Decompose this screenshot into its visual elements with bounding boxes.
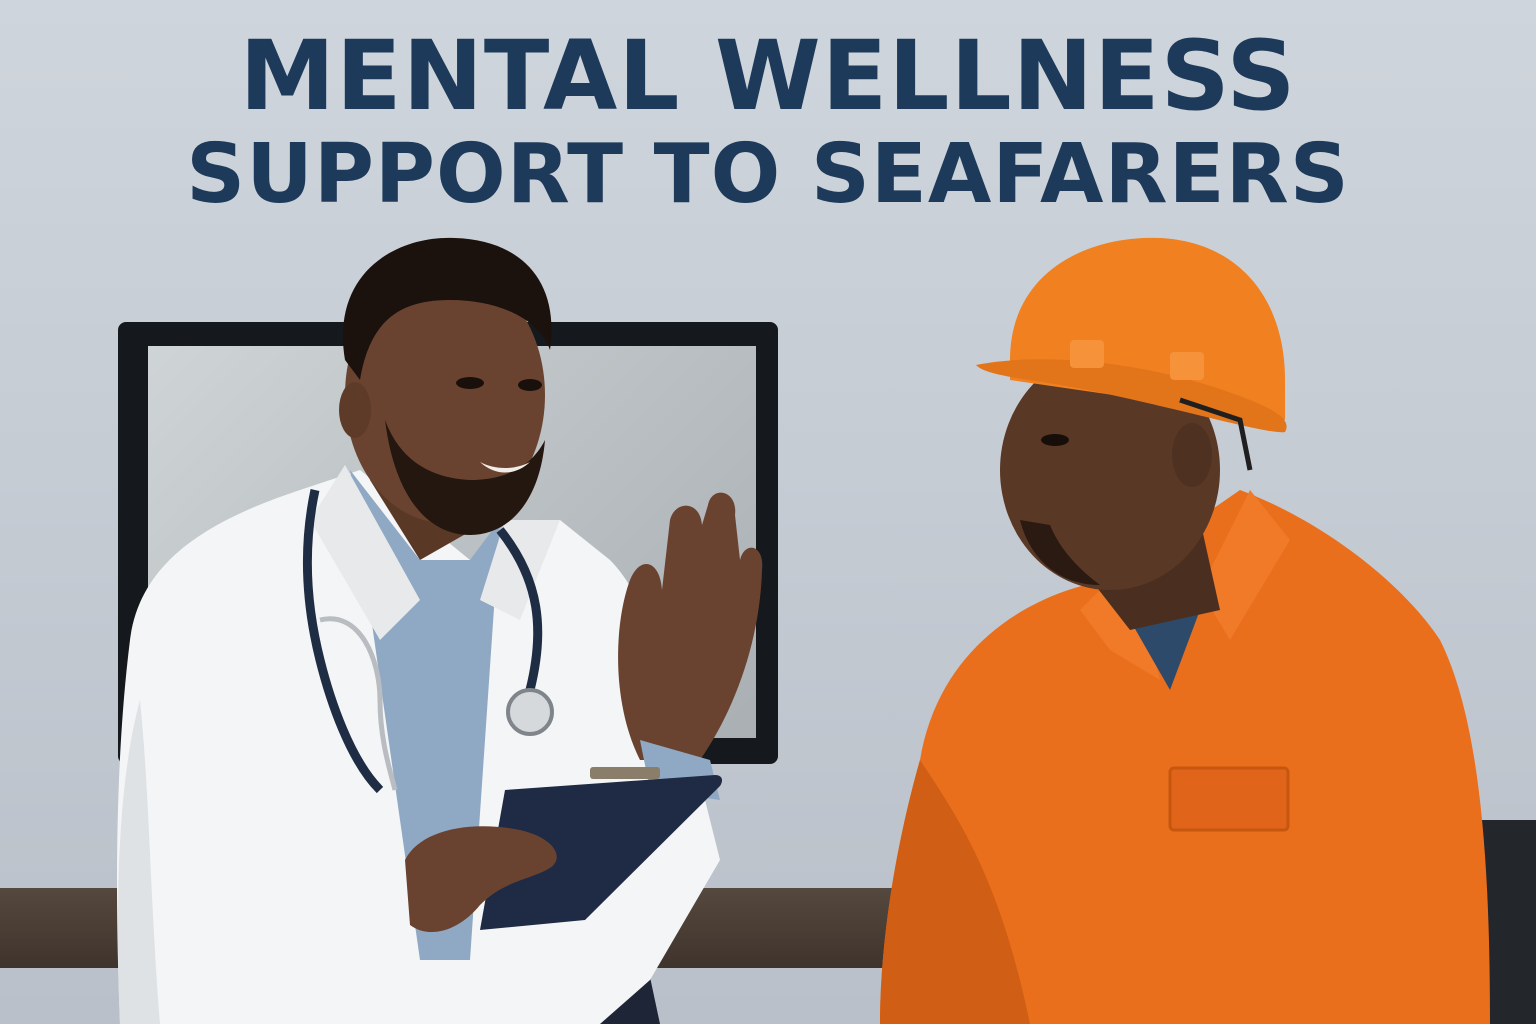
- hard-hat-slot-1: [1070, 340, 1104, 368]
- doctor-eye-left: [456, 377, 484, 389]
- figures-illustration: [117, 237, 1536, 1024]
- photo-scene: MENTAL WELLNESS SUPPORT TO SEAFARERS: [0, 0, 1536, 1024]
- doctor: [117, 237, 763, 1024]
- doctor-eye-right: [518, 379, 542, 391]
- doctor-raised-hand: [618, 492, 763, 760]
- clipboard-clip: [590, 767, 660, 779]
- seafarer-ear: [1172, 423, 1212, 487]
- seafarer: [880, 237, 1536, 1024]
- seafarer-eye: [1041, 434, 1069, 446]
- chest-pocket: [1168, 766, 1290, 832]
- hard-hat-slot-2: [1170, 352, 1204, 380]
- stethoscope-chestpiece: [506, 688, 554, 736]
- doctor-ear: [339, 382, 371, 438]
